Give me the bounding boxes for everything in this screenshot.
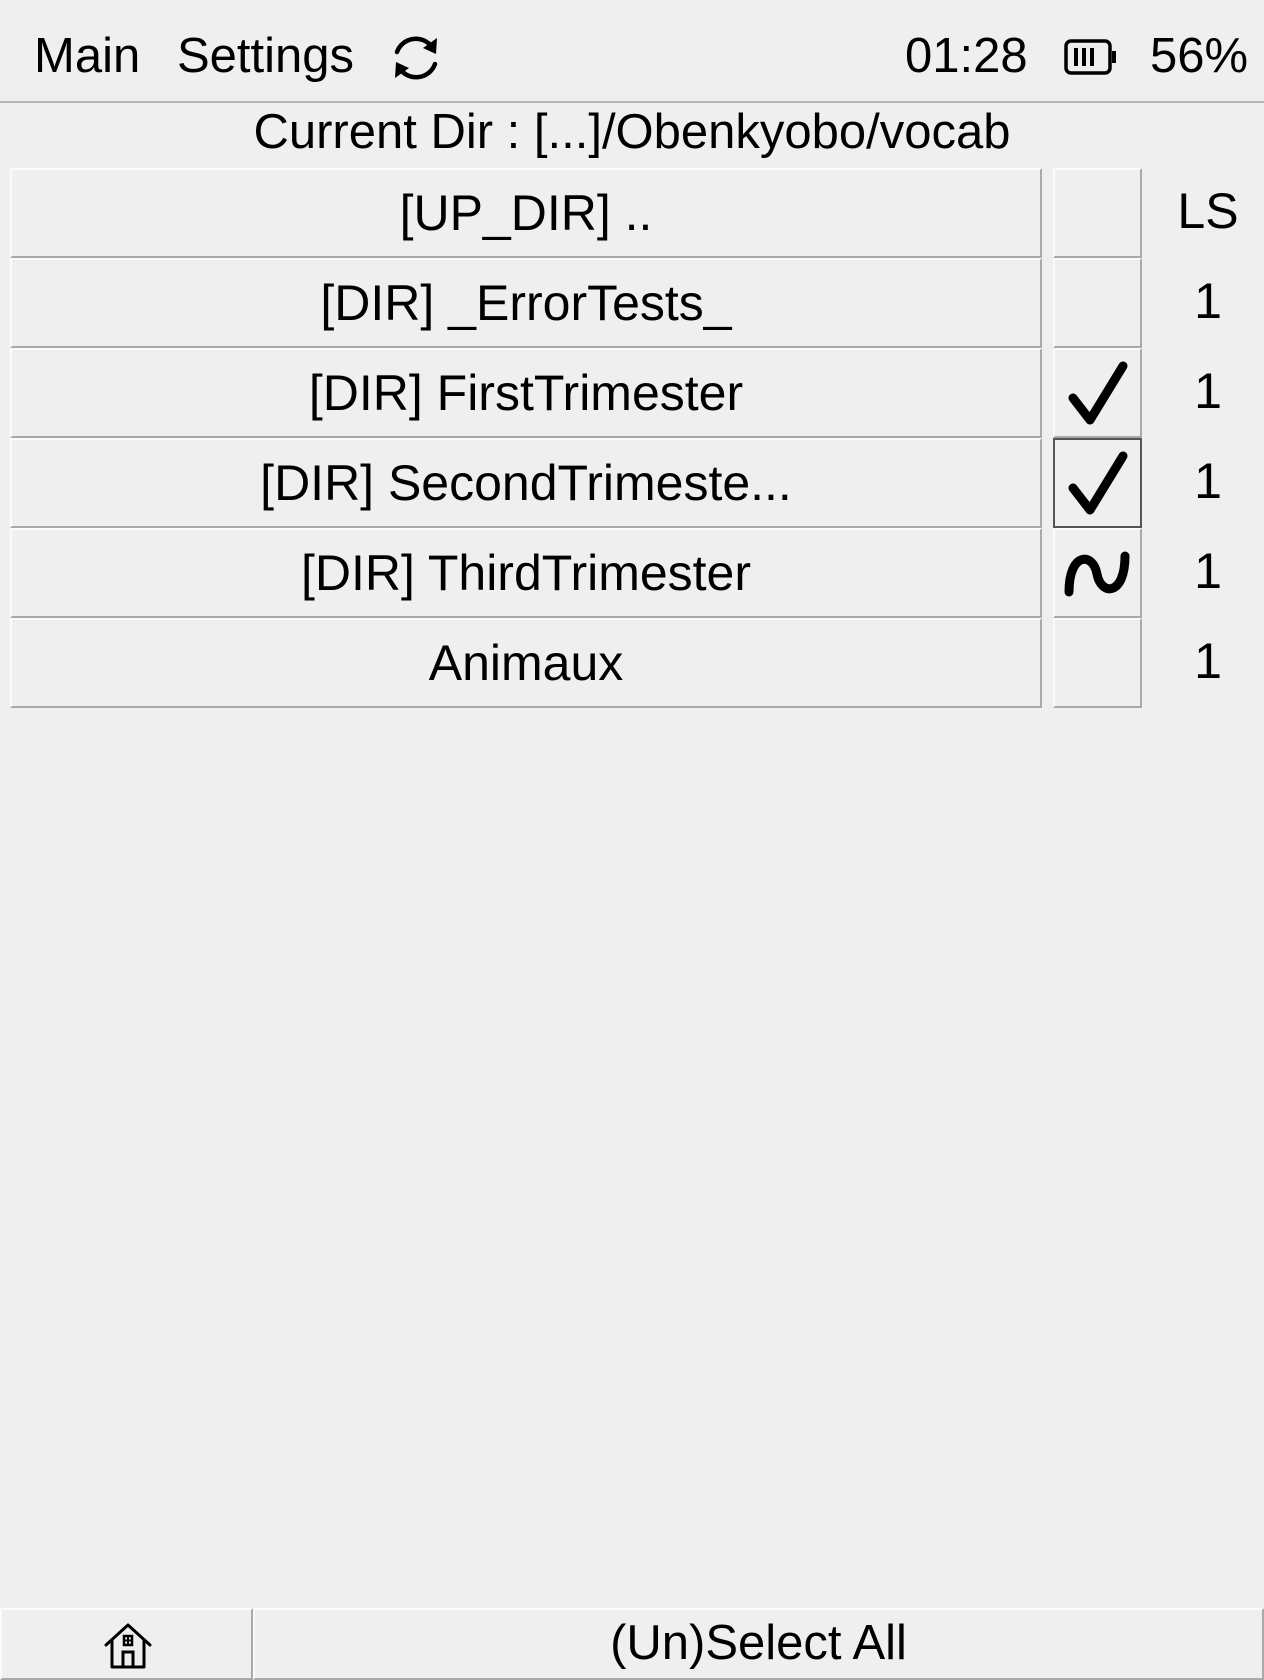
top-bar: Main Settings 01:28 56% (0, 0, 1264, 103)
list-item-checkbox[interactable] (1053, 618, 1142, 708)
clock: 01:28 (905, 29, 1028, 83)
bottom-bar: (Un)Select All (0, 1608, 1264, 1680)
home-button[interactable] (0, 1608, 253, 1680)
list-item: [DIR] FirstTrimester 1 (0, 348, 1264, 438)
list-item: [DIR] SecondTrimeste... 1 (0, 438, 1264, 528)
home-icon (104, 1623, 152, 1669)
list-item-name-button[interactable]: [DIR] SecondTrimeste... (10, 438, 1042, 528)
list-item-checkbox[interactable] (1053, 528, 1142, 618)
list-item-ls-value: 1 (1194, 453, 1222, 509)
list-item-ls-value: 1 (1194, 273, 1222, 329)
list-item: [DIR] ThirdTrimester 1 (0, 528, 1264, 618)
battery-icon (1064, 39, 1116, 75)
menu-settings[interactable]: Settings (177, 26, 354, 86)
ls-column-header: LS (1177, 183, 1239, 239)
partial-tilde-icon (1064, 551, 1130, 597)
list-item-checkbox[interactable] (1053, 348, 1142, 438)
list-item-name-button[interactable]: [DIR] FirstTrimester (10, 348, 1042, 438)
sync-icon[interactable] (388, 30, 444, 86)
list-item-name-button[interactable]: [DIR] _ErrorTests_ (10, 258, 1042, 348)
list-item-ls-value: 1 (1194, 633, 1222, 689)
list-item: Animaux 1 (0, 618, 1264, 708)
checkmark-icon (1068, 451, 1128, 515)
menu-main[interactable]: Main (34, 26, 140, 86)
list-item-name-button[interactable]: [DIR] ThirdTrimester (10, 528, 1042, 618)
list-item: [DIR] _ErrorTests_ 1 (0, 258, 1264, 348)
checkmark-icon (1068, 361, 1128, 425)
current-dir-label: Current Dir : [...]/Obenkyobo/vocab (253, 105, 1011, 159)
list-item-name-button[interactable]: [UP_DIR] .. (10, 168, 1042, 258)
list-item-checkbox[interactable] (1053, 438, 1142, 528)
list-item: [UP_DIR] .. LS (0, 168, 1264, 258)
list-item-ls-value: 1 (1194, 543, 1222, 599)
list-item-checkbox[interactable] (1053, 168, 1142, 258)
list-item-ls-value: 1 (1194, 363, 1222, 419)
list-item-checkbox[interactable] (1053, 258, 1142, 348)
select-all-button[interactable]: (Un)Select All (253, 1608, 1264, 1680)
list-item-name-button[interactable]: Animaux (10, 618, 1042, 708)
battery-percent: 56% (1150, 29, 1249, 83)
